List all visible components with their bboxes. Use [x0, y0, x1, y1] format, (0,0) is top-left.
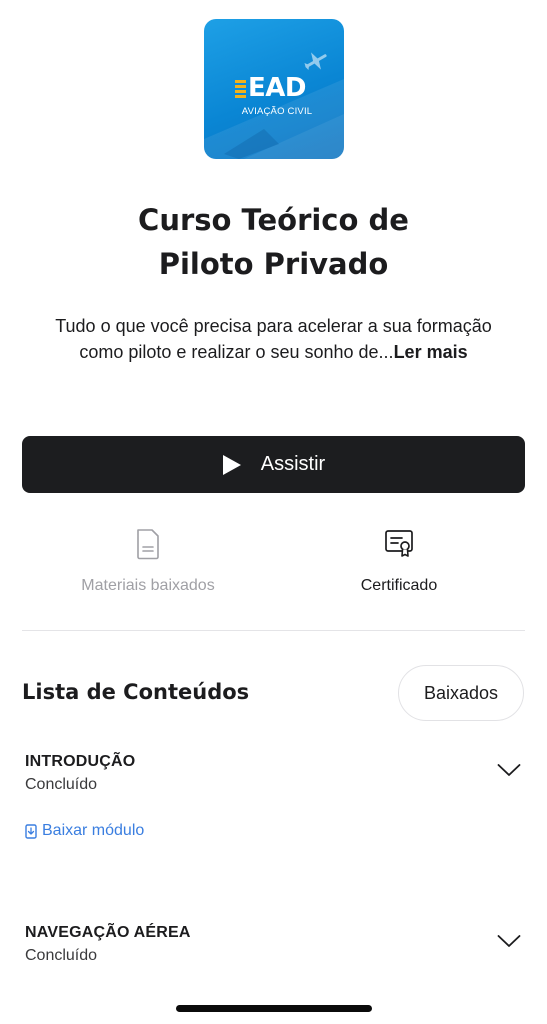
logo-brand: EAD	[248, 73, 306, 103]
course-title: Curso Teórico de Piloto Privado	[0, 198, 547, 286]
section-divider	[22, 630, 525, 631]
module-title: INTRODUÇÃO	[25, 753, 136, 770]
play-icon	[222, 454, 241, 475]
certificate-icon	[385, 530, 413, 557]
module-introducao[interactable]: INTRODUÇÃO Concluído	[25, 753, 525, 794]
downloaded-materials-button[interactable]: Materiais baixados	[48, 528, 248, 595]
course-title-line2: Piloto Privado	[158, 247, 389, 281]
read-more-link[interactable]: Ler mais	[394, 342, 468, 362]
certificate-button[interactable]: Certificado	[299, 528, 499, 595]
document-icon	[137, 529, 159, 560]
watch-button[interactable]: Assistir	[22, 436, 525, 493]
content-list-title: Lista de Conteúdos	[22, 680, 250, 704]
logo-bars	[235, 80, 246, 100]
home-indicator[interactable]	[176, 1005, 372, 1012]
certificate-label: Certificado	[360, 577, 438, 594]
downloaded-materials-label: Materiais baixados	[81, 577, 215, 594]
watch-button-label: Assistir	[260, 453, 326, 475]
chevron-down-icon[interactable]	[497, 763, 521, 777]
course-logo: EAD AVIAÇÃO CIVIL	[204, 19, 344, 159]
download-module-link[interactable]: Baixar módulo	[25, 822, 144, 840]
download-icon	[25, 823, 37, 839]
download-module-label: Baixar módulo	[42, 822, 145, 839]
chevron-down-icon[interactable]	[497, 934, 521, 948]
downloaded-filter-button[interactable]: Baixados	[398, 665, 524, 721]
course-title-line1: Curso Teórico de	[138, 203, 409, 237]
module-navegacao-aerea[interactable]: NAVEGAÇÃO AÉREA Concluído	[25, 924, 525, 965]
logo-subtitle: AVIAÇÃO CIVIL	[241, 106, 313, 117]
module-status: Concluído	[25, 947, 98, 964]
course-description: Tudo o que você precisa para acelerar a …	[40, 313, 507, 365]
module-status: Concluído	[25, 776, 98, 793]
module-title: NAVEGAÇÃO AÉREA	[25, 924, 191, 941]
